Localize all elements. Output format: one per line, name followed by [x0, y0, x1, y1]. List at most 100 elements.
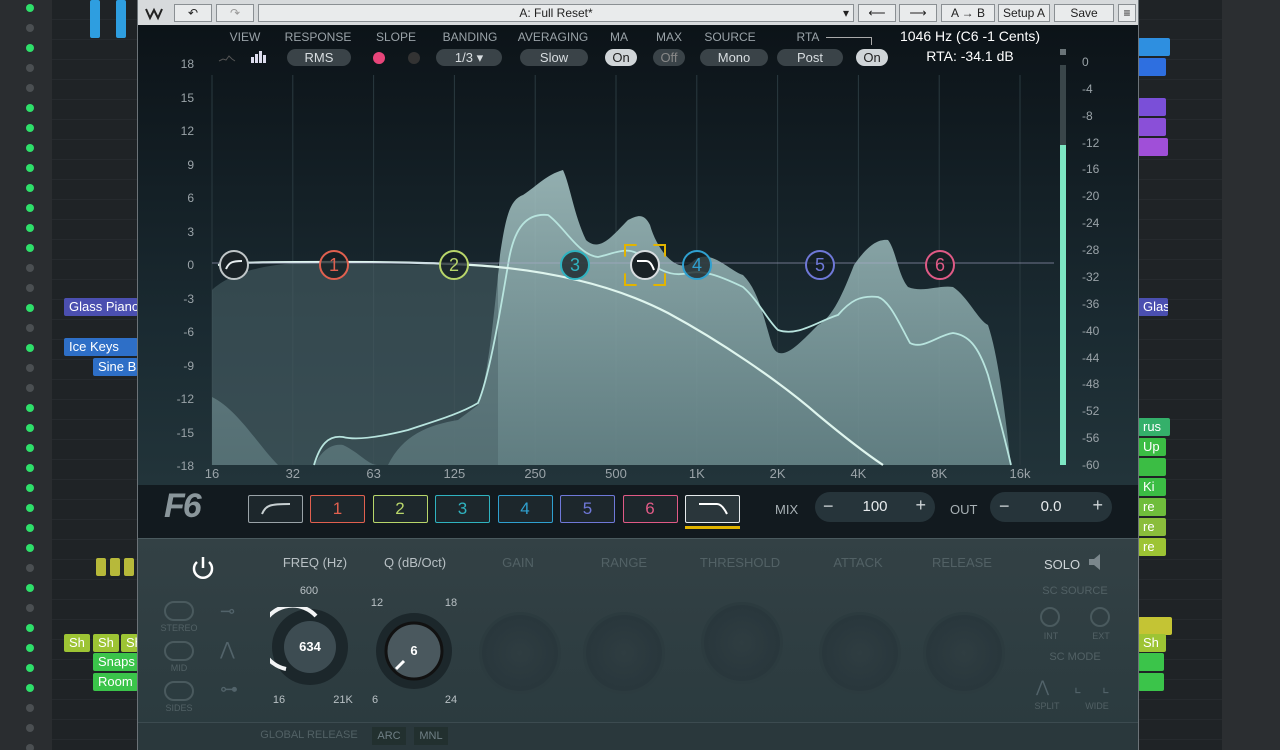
undo-button[interactable]: ↶ [174, 4, 212, 22]
out-minus-button[interactable]: − [999, 496, 1010, 517]
clip-glass-piano[interactable]: Glass Piano [64, 298, 138, 316]
track-status-led[interactable] [26, 264, 34, 272]
track-status-led[interactable] [26, 164, 34, 172]
sc-shelf-icon[interactable]: ⌞ [1102, 677, 1110, 697]
track-status-led[interactable] [26, 364, 34, 372]
track-status-led[interactable] [26, 204, 34, 212]
save-button[interactable]: Save [1054, 4, 1114, 22]
clip-right-purple-1[interactable] [1138, 98, 1166, 116]
prev-preset-button[interactable]: ⟵ [858, 4, 896, 22]
clip-right-g2[interactable] [1138, 673, 1164, 691]
track-status-led[interactable] [26, 384, 34, 392]
clip-right-rus[interactable]: rus [1138, 418, 1170, 436]
band-node-1[interactable]: 1 [319, 250, 349, 280]
release-knob[interactable] [926, 615, 1002, 691]
clip-right-glas[interactable]: Glas [1138, 298, 1168, 316]
stereo-icon[interactable] [164, 601, 194, 621]
attack-knob[interactable] [822, 615, 898, 691]
track-status-led[interactable] [26, 24, 34, 32]
setup-a-button[interactable]: Setup A [998, 4, 1050, 22]
track-status-led[interactable] [26, 344, 34, 352]
track-status-led[interactable] [26, 744, 34, 750]
track-status-led[interactable] [26, 224, 34, 232]
track-status-led[interactable] [26, 724, 34, 732]
clip-right-g1[interactable] [1138, 653, 1164, 671]
band-node-3[interactable]: 3 [560, 250, 590, 280]
track-status-led[interactable] [26, 44, 34, 52]
clip-yellow-1[interactable] [96, 558, 106, 576]
band-node-5[interactable]: 5 [805, 250, 835, 280]
track-status-led[interactable] [26, 444, 34, 452]
track-status-led[interactable] [26, 124, 34, 132]
out-control[interactable]: − 0.0 + [990, 492, 1112, 522]
clip-sh-1[interactable]: Sh [64, 634, 90, 652]
track-status-led[interactable] [26, 564, 34, 572]
clip-right-purple-3[interactable] [1138, 138, 1168, 156]
solo-label[interactable]: SOLO [1044, 557, 1080, 572]
clip-right-blue-2[interactable] [1138, 58, 1166, 76]
clip-blue-top-2[interactable] [116, 0, 126, 38]
track-status-led[interactable] [26, 144, 34, 152]
track-status-led[interactable] [26, 684, 34, 692]
clip-right-blue-1[interactable] [1138, 38, 1170, 56]
band-node-2[interactable]: 2 [439, 250, 469, 280]
sc-wide-icon[interactable]: ⌞ [1074, 677, 1082, 697]
clip-room[interactable]: Room [93, 673, 138, 691]
filter-type-shelf-icon[interactable]: ⊶ [220, 679, 244, 699]
clip-right-up[interactable]: Up [1138, 438, 1166, 456]
out-plus-button[interactable]: + [1092, 495, 1103, 516]
clip-right-re-3[interactable]: re [1138, 538, 1166, 556]
filter-type-peak-icon[interactable]: ⋀ [220, 639, 244, 659]
clip-right-re-2[interactable]: re [1138, 518, 1166, 536]
track-status-led[interactable] [26, 64, 34, 72]
mix-plus-button[interactable]: + [915, 495, 926, 516]
band-node-4[interactable]: 4 [682, 250, 712, 280]
track-status-led[interactable] [26, 104, 34, 112]
track-status-led[interactable] [26, 664, 34, 672]
q-knob[interactable]: 6 [374, 611, 454, 691]
track-status-led[interactable] [26, 404, 34, 412]
speaker-icon[interactable] [1086, 551, 1108, 573]
clip-right-sh[interactable]: Sh [1138, 634, 1166, 652]
mix-minus-button[interactable]: − [823, 496, 834, 517]
highcut-node-selected[interactable] [624, 244, 666, 286]
lowcut-node[interactable] [219, 250, 249, 280]
filter-type-bell-icon[interactable]: ⊸ [220, 601, 244, 621]
track-status-led[interactable] [26, 4, 34, 12]
band-6-button[interactable]: 6 [622, 495, 678, 523]
threshold-knob[interactable] [704, 605, 780, 681]
track-status-led[interactable] [26, 304, 34, 312]
clip-ice-keys[interactable]: Ice Keys [64, 338, 138, 356]
track-status-led[interactable] [26, 464, 34, 472]
sc-int-icon[interactable] [1040, 607, 1060, 627]
redo-button[interactable]: ↷ [216, 4, 254, 22]
mid-icon[interactable] [164, 641, 194, 661]
track-status-led[interactable] [26, 484, 34, 492]
preset-selector[interactable]: A: Full Reset* ▾ [258, 4, 854, 22]
freq-knob[interactable]: 634 [258, 603, 350, 687]
band-3-button[interactable]: 3 [435, 495, 490, 523]
eq-display[interactable]: VIEW RESPONSE RMS SLOPE BANDING 1/3 ▾ AV… [138, 25, 1138, 525]
clip-sh-3[interactable]: Sh [121, 634, 138, 652]
band-highcut-button[interactable] [685, 495, 740, 523]
out-value[interactable]: 0.0 [1022, 498, 1080, 515]
clip-right-re-1[interactable]: re [1138, 498, 1166, 516]
clip-right-yellow[interactable] [1138, 617, 1172, 635]
mix-control[interactable]: − 100 + [815, 492, 935, 522]
band-4-button[interactable]: 4 [497, 495, 553, 523]
track-status-led[interactable] [26, 584, 34, 592]
track-status-led[interactable] [26, 604, 34, 612]
track-status-led[interactable] [26, 244, 34, 252]
track-status-led[interactable] [26, 544, 34, 552]
clip-sh-2[interactable]: Sh [93, 634, 119, 652]
range-knob[interactable] [586, 615, 662, 691]
band-power-icon[interactable] [188, 553, 218, 583]
mnl-button[interactable]: MNL [414, 727, 448, 745]
band-lowcut-button[interactable] [248, 495, 303, 523]
clip-right-purple-2[interactable] [1138, 118, 1166, 136]
clip-blue-top-1[interactable] [90, 0, 100, 38]
sc-split-icon[interactable]: ⋀ [1036, 677, 1049, 697]
track-status-led[interactable] [26, 704, 34, 712]
arc-button[interactable]: ARC [372, 727, 406, 745]
track-status-led[interactable] [26, 84, 34, 92]
